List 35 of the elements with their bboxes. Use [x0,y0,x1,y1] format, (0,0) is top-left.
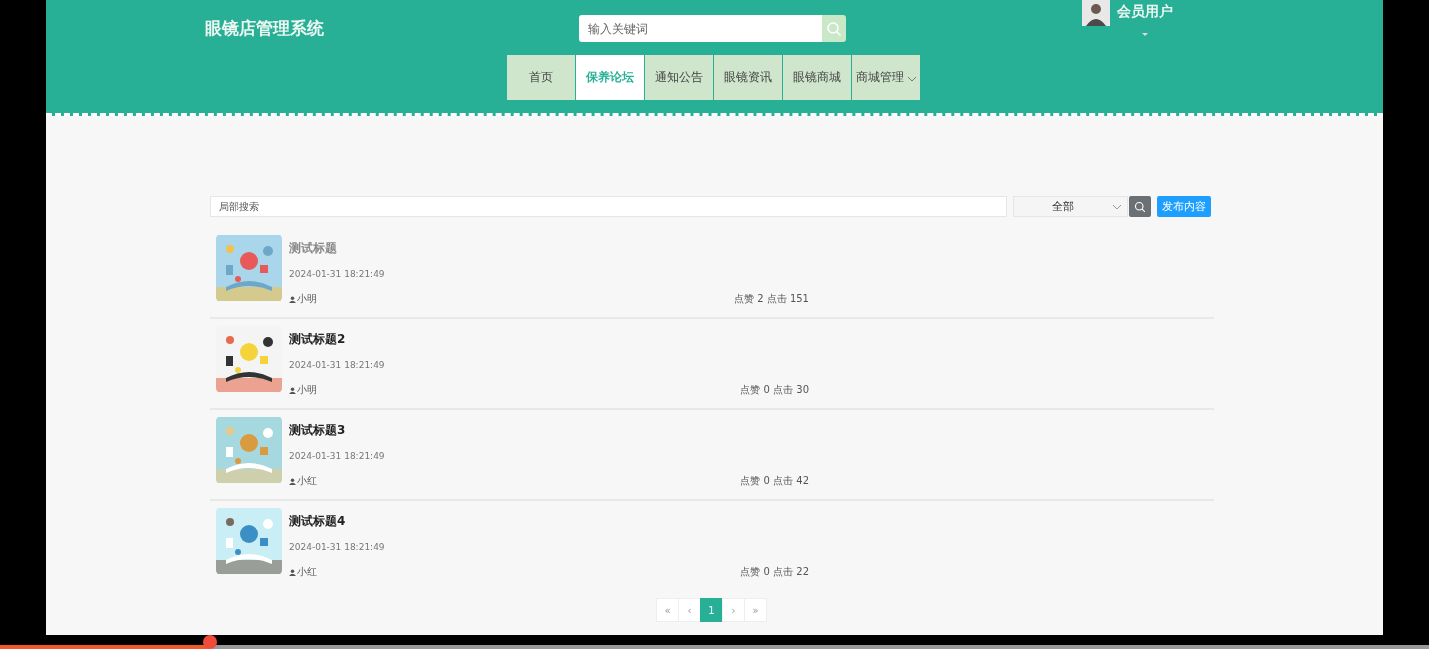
post-author: 小红 [297,565,317,579]
post-time: 2024-01-31 18:21:49 [289,542,386,552]
post-stats: 点赞 2 点击 151 [734,292,809,306]
user-icon [289,295,296,303]
user-icon [289,386,296,394]
post-time: 2024-01-31 18:21:49 [289,360,386,370]
chevron-down-icon [906,75,917,82]
site-title: 眼镜店管理系统 [205,17,325,40]
post-author: 小红 [297,474,317,488]
search-icon [1134,200,1146,213]
post-title[interactable]: 测试标题2 [289,331,346,348]
nav-tab[interactable]: 眼镜资讯 [714,55,782,100]
nav-tab[interactable]: 眼镜商城 [783,55,851,100]
category-dropdown[interactable]: 全部 [1013,196,1128,217]
avatar[interactable] [1082,0,1110,26]
chevron-down-icon [1112,203,1122,210]
post-title[interactable]: 测试标题4 [289,513,346,530]
post-title[interactable]: 测试标题3 [289,422,346,439]
nav-tab[interactable]: 商城管理 [852,55,920,100]
search-button[interactable] [1129,196,1151,217]
post-stats: 点赞 0 点击 30 [740,383,809,397]
post-time: 2024-01-31 18:21:49 [289,451,386,461]
search-field[interactable]: 输入关键词 [579,15,822,42]
post-author: 小明 [297,383,317,397]
post-author: 小明 [297,292,317,306]
user-icon [289,568,296,576]
search-icon [826,20,842,37]
search-field[interactable]: 局部搜索 [210,196,1007,217]
post-stats: 点赞 0 点击 22 [740,565,809,579]
user-icon [289,477,296,485]
post-stats: 点赞 0 点击 42 [740,474,809,488]
post-time: 2024-01-31 18:21:49 [289,269,386,279]
nav-tab[interactable]: 通知公告 [645,55,713,100]
progress-handle[interactable] [203,635,218,649]
nav-tab[interactable]: 首页 [507,55,575,100]
